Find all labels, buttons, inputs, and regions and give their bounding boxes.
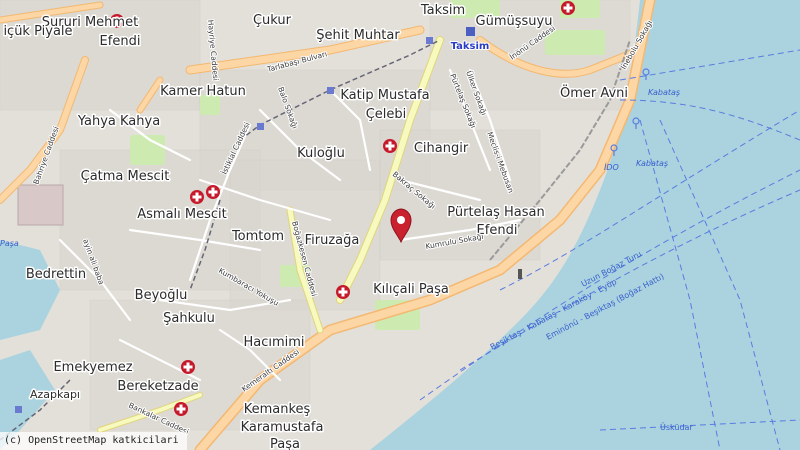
metro-station-icon[interactable]: [426, 37, 433, 44]
district-label: Karamustafa: [241, 420, 324, 435]
taksim-station-icon[interactable]: [466, 27, 475, 36]
hospital-cross-icon[interactable]: [383, 139, 397, 153]
district-label: Bedrettin: [26, 267, 86, 282]
district-label: Çukur: [253, 13, 292, 28]
district-label: Azapkapı: [30, 388, 80, 401]
district-label: Cihangir: [414, 141, 469, 156]
hospital-cross-icon[interactable]: [206, 185, 220, 199]
district-label: Çatma Mescit: [81, 169, 170, 184]
district-label: Paşa: [270, 437, 300, 450]
district-label: Kuloğlu: [297, 146, 345, 161]
district-label: içük Piyale: [3, 24, 72, 39]
district-label: Pürtelaş Hasan: [447, 205, 545, 220]
district-label: Çelebi: [366, 107, 407, 122]
district-label: Efendi: [100, 34, 141, 49]
district-label: Taksim: [420, 3, 465, 18]
district-label: Şehit Muhtar: [316, 28, 400, 43]
district-label: Asmalı Mescit: [137, 207, 227, 222]
district-label: Kamer Hatun: [160, 84, 246, 99]
station-label: Taksim: [451, 41, 490, 52]
map-view[interactable]: Sururi Mehmet Efendi Çukur Şehit Muhtar …: [0, 0, 800, 450]
historic-block: [17, 184, 64, 226]
district-label: Beyoğlu: [135, 288, 188, 303]
tram-station-icon[interactable]: [257, 123, 264, 130]
hospital-cross-icon[interactable]: [190, 190, 204, 204]
tram-station-icon[interactable]: [327, 87, 334, 94]
district-label: Şahkulu: [163, 311, 215, 326]
ferry-route-label: Üsküdar: [660, 422, 693, 432]
station-label: Kabataş: [636, 159, 668, 168]
tram-station-icon[interactable]: [15, 406, 22, 413]
district-label: Kemankeş: [244, 402, 311, 417]
hospital-cross-icon[interactable]: [561, 1, 575, 15]
hospital-cross-icon[interactable]: [181, 360, 195, 374]
district-label: Kılıçali Paşa: [373, 282, 449, 297]
map-canvas[interactable]: Sururi Mehmet Efendi Çukur Şehit Muhtar …: [0, 0, 800, 450]
station-label: Paşa: [0, 239, 19, 248]
district-label: Gümüşsuyu: [476, 14, 553, 29]
district-label: Firuzağa: [305, 233, 360, 248]
map-attribution[interactable]: (c) OpenStreetMap katkicilari: [0, 432, 187, 450]
hospital-cross-icon[interactable]: [174, 402, 188, 416]
lighthouse-icon: [518, 269, 522, 279]
district-label: Emekyemez: [53, 360, 132, 375]
district-label: Yahya Kahya: [77, 114, 160, 129]
district-label: Tomtom: [231, 229, 284, 244]
district-label: Bereketzade: [117, 379, 198, 394]
district-label: Ömer Avni: [560, 84, 628, 101]
hospital-cross-icon[interactable]: [336, 285, 350, 299]
station-label: İDO: [604, 162, 619, 172]
station-label: Kabataş: [648, 88, 680, 97]
district-label: Katip Mustafa: [340, 88, 429, 103]
